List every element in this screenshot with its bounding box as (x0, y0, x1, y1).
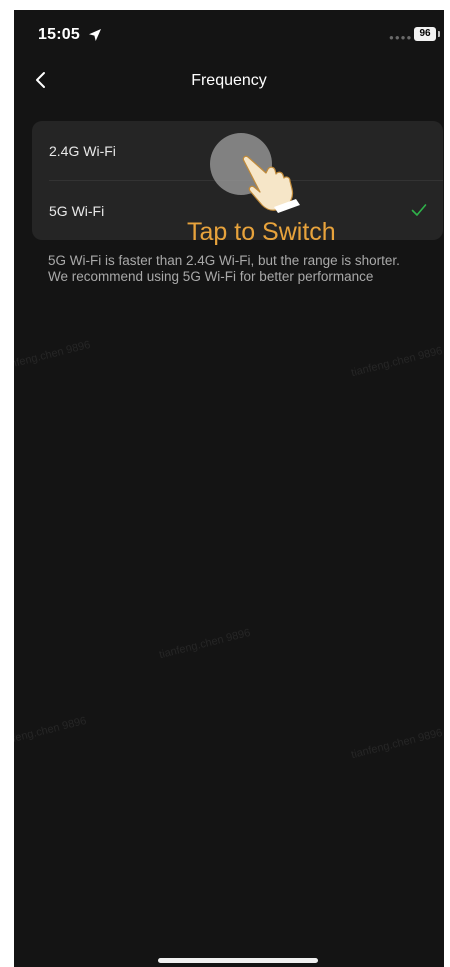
watermark: tianfeng.chen 9896 (14, 714, 88, 750)
nav-bar: Frequency (14, 62, 444, 102)
battery-indicator: 96 (414, 27, 436, 41)
checkmark-icon (411, 204, 427, 216)
option-label: 2.4G Wi-Fi (49, 143, 116, 159)
battery-tip-icon (438, 31, 440, 37)
location-arrow-icon (89, 29, 101, 41)
status-bar: 15:05 ●●●● 96 (14, 10, 444, 60)
watermark: tianfeng.chen 9896 (349, 726, 444, 762)
home-indicator[interactable] (158, 958, 318, 963)
option-label: 5G Wi-Fi (49, 203, 105, 219)
frequency-description: 5G Wi-Fi is faster than 2.4G Wi-Fi, but … (48, 253, 400, 284)
watermark: tianfeng.chen 9896 (349, 344, 444, 380)
page-title: Frequency (191, 72, 267, 89)
watermark: tianfeng.chen 9896 (157, 626, 252, 662)
status-time: 15:05 (38, 26, 80, 43)
signal-icon: ●●●● (389, 33, 413, 42)
option-2-4g-wifi[interactable]: 2.4G Wi-Fi (32, 121, 443, 180)
watermark: tianfeng.chen 9896 (14, 338, 92, 374)
app-screen: 15:05 ●●●● 96 Frequency 2.4G Wi-Fi 5G Wi… (14, 10, 444, 967)
frequency-options-list: 2.4G Wi-Fi 5G Wi-Fi (32, 121, 443, 240)
option-5g-wifi[interactable]: 5G Wi-Fi (32, 181, 443, 240)
